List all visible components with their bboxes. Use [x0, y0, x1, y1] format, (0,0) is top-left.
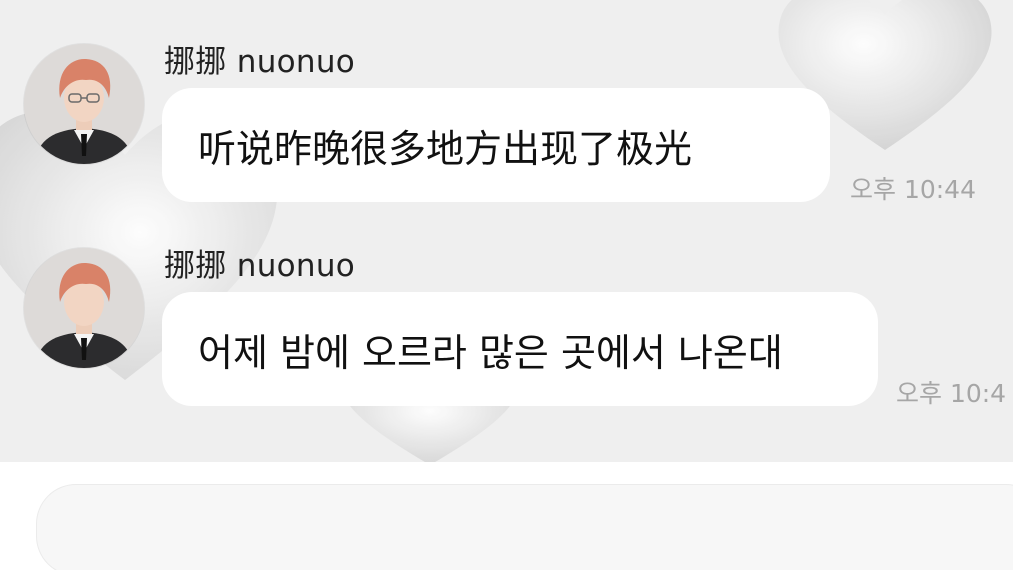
profile-photo: [24, 248, 144, 368]
message-timestamp: 오후 10:44: [850, 175, 976, 204]
avatar[interactable]: [24, 44, 144, 164]
sender-name: 挪挪 nuonuo: [164, 248, 356, 284]
profile-photo: [24, 44, 144, 164]
sender-name: 挪挪 nuonuo: [164, 44, 356, 80]
message-bubble[interactable]: 听说昨晚很多地方出现了极光: [162, 88, 830, 202]
avatar[interactable]: [24, 248, 144, 368]
message-composer: [0, 462, 1013, 570]
message-timestamp: 오후 10:4: [896, 379, 1007, 408]
message-input[interactable]: [36, 484, 1013, 570]
message-bubble[interactable]: 어제 밤에 오르라 많은 곳에서 나온대: [162, 292, 878, 406]
chat-screen: 挪挪 nuonuo 听说昨晚很多地方出现了极光 오후 10:44 挪挪 nuon…: [0, 0, 1013, 570]
